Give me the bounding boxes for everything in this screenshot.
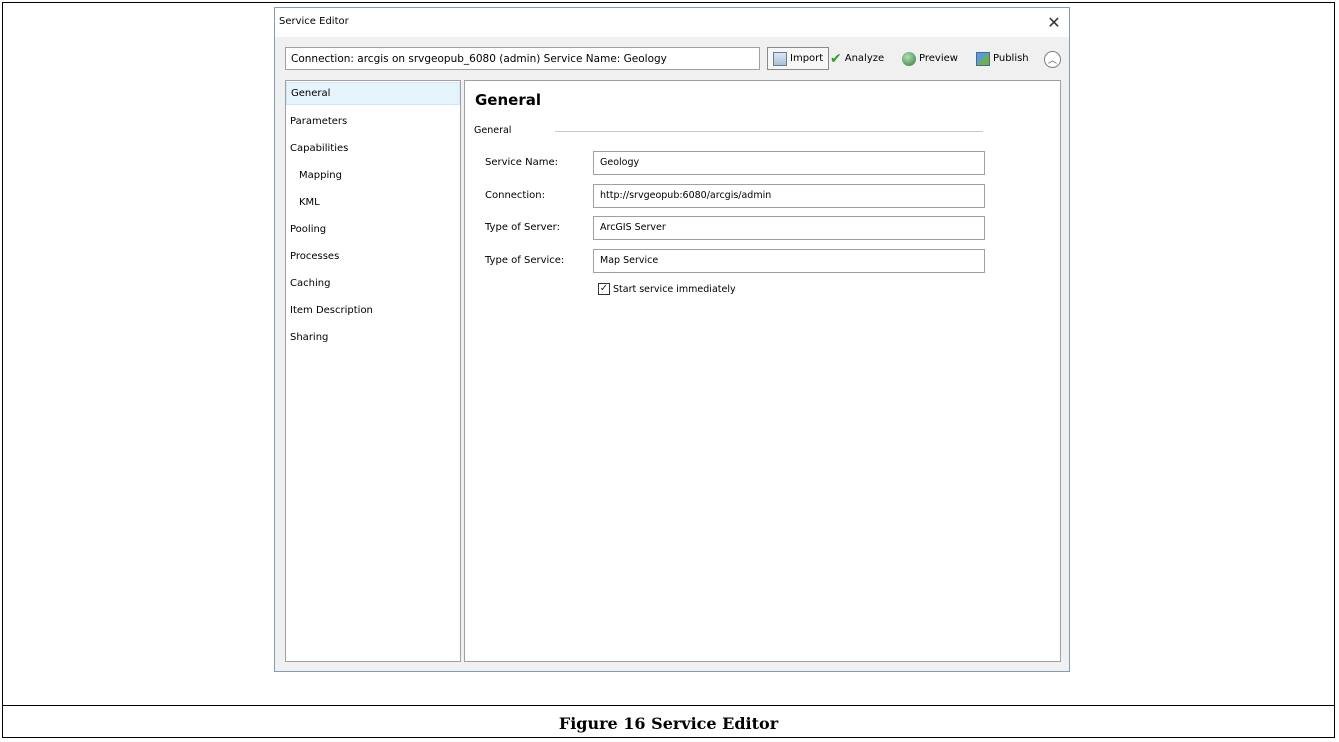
import-label: Import bbox=[790, 53, 824, 64]
analyze-button[interactable]: ✔ Analyze bbox=[830, 47, 884, 70]
nav-item-processes[interactable]: Processes bbox=[286, 245, 460, 268]
service-name-label: Service Name: bbox=[485, 157, 559, 168]
start-service-label: Start service immediately bbox=[613, 283, 736, 295]
window-title: Service Editor bbox=[279, 16, 349, 27]
nav-item-capabilities[interactable]: Capabilities bbox=[286, 137, 460, 160]
nav-item-caching[interactable]: Caching bbox=[286, 272, 460, 295]
start-service-checkbox[interactable]: ✓ Start service immediately bbox=[598, 283, 736, 295]
group-divider bbox=[555, 131, 983, 132]
server-type-label: Type of Server: bbox=[485, 222, 560, 233]
connection-label: Connection: bbox=[485, 190, 545, 201]
service-type-field[interactable]: Map Service bbox=[593, 249, 985, 273]
close-icon[interactable]: ✕ bbox=[1039, 8, 1069, 37]
server-type-field[interactable]: ArcGIS Server bbox=[593, 216, 985, 240]
nav-item-kml[interactable]: KML bbox=[286, 191, 460, 214]
title-bar: Service Editor ✕ bbox=[275, 8, 1069, 37]
nav-item-parameters[interactable]: Parameters bbox=[286, 110, 460, 133]
preview-button[interactable]: Preview bbox=[902, 47, 958, 70]
figure-caption: Figure 16 Service Editor bbox=[558, 713, 779, 733]
nav-item-pooling[interactable]: Pooling bbox=[286, 218, 460, 241]
checkmark-icon: ✔ bbox=[830, 50, 842, 67]
connection-info-box: Connection: arcgis on srvgeopub_6080 (ad… bbox=[285, 47, 760, 70]
analyze-label: Analyze bbox=[844, 53, 885, 64]
publish-icon bbox=[976, 51, 990, 66]
general-settings-panel: General General Service Name: Geology Co… bbox=[464, 80, 1061, 662]
service-name-field[interactable]: Geology bbox=[593, 151, 985, 175]
chevron-up-icon[interactable]: ︿ bbox=[1044, 51, 1061, 68]
service-type-label: Type of Service: bbox=[485, 255, 565, 266]
nav-item-item-description[interactable]: Item Description bbox=[286, 299, 460, 322]
import-button[interactable]: Import bbox=[767, 47, 830, 70]
preview-label: Preview bbox=[919, 53, 958, 64]
settings-nav-list: General Parameters Capabilities Mapping … bbox=[285, 80, 461, 662]
service-editor-window: Service Editor ✕ Connection: arcgis on s… bbox=[274, 7, 1070, 672]
panel-heading: General bbox=[475, 91, 541, 109]
publish-label: Publish bbox=[993, 53, 1029, 64]
checkbox-checked-icon: ✓ bbox=[598, 283, 610, 295]
import-icon bbox=[773, 51, 787, 66]
nav-item-sharing[interactable]: Sharing bbox=[286, 326, 460, 349]
connection-field[interactable]: http://srvgeopub:6080/arcgis/admin bbox=[593, 184, 985, 208]
publish-button[interactable]: Publish bbox=[976, 47, 1029, 70]
nav-item-mapping[interactable]: Mapping bbox=[286, 164, 460, 187]
globe-icon bbox=[902, 51, 916, 66]
group-label: General bbox=[474, 125, 512, 136]
nav-item-general[interactable]: General bbox=[286, 82, 460, 105]
